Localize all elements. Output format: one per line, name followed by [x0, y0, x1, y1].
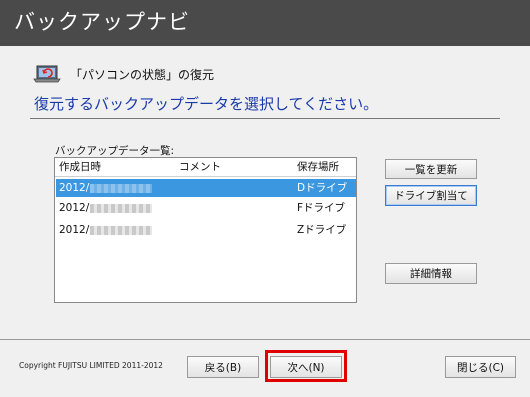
laptop-restore-icon — [33, 65, 61, 83]
row-date-cell: 2012/ — [59, 221, 153, 239]
footer-divider — [0, 339, 530, 340]
row-date-cell: 2012/ — [59, 199, 153, 217]
row-date: 2012/ — [59, 202, 90, 214]
app-title: バックアップナビ — [14, 10, 190, 34]
row-location: Dドライブ — [297, 182, 348, 194]
table-row[interactable]: 2012/ Fドライブ — [56, 199, 356, 217]
row-date: 2012/ — [59, 224, 90, 236]
header-separator — [55, 176, 356, 177]
row-date-cell: 2012/ — [59, 179, 153, 197]
restore-heading: 「パソコンの状態」の復元 — [70, 67, 215, 82]
column-header-date[interactable]: 作成日時 — [59, 158, 101, 176]
copyright-text: Copyright FUJITSU LIMITED 2011-2012 — [19, 361, 163, 370]
back-button[interactable]: 戻る(B) — [187, 356, 259, 378]
row-location: Fドライブ — [297, 202, 346, 214]
highlight-box — [265, 350, 347, 382]
divider — [30, 118, 500, 119]
instruction-text: 復元するバックアップデータを選択してください。 — [34, 95, 379, 113]
column-header-location[interactable]: 保存場所 — [297, 158, 339, 176]
backup-list[interactable]: 作成日時 コメント 保存場所 2012/ Dドライブ 2012/ Fドライブ 2… — [54, 157, 357, 303]
title-bar: バックアップナビ — [0, 0, 530, 46]
table-row[interactable]: 2012/ Dドライブ — [56, 179, 356, 197]
redacted-date — [90, 225, 153, 235]
backup-list-label: バックアップデータ一覧: — [55, 145, 175, 157]
row-date: 2012/ — [59, 182, 90, 194]
assign-drive-button[interactable]: ドライブ割当て — [385, 185, 477, 206]
column-header-comment[interactable]: コメント — [179, 158, 221, 176]
close-button[interactable]: 閉じる(C) — [445, 356, 516, 378]
redacted-date — [90, 183, 153, 193]
refresh-list-button[interactable]: 一覧を更新 — [385, 159, 477, 179]
details-button[interactable]: 詳細情報 — [385, 263, 477, 284]
row-location: Zドライブ — [297, 224, 347, 236]
table-row[interactable]: 2012/ Zドライブ — [56, 221, 356, 239]
redacted-date — [90, 203, 153, 213]
header-line: 「パソコンの状態」の復元 — [32, 64, 214, 84]
